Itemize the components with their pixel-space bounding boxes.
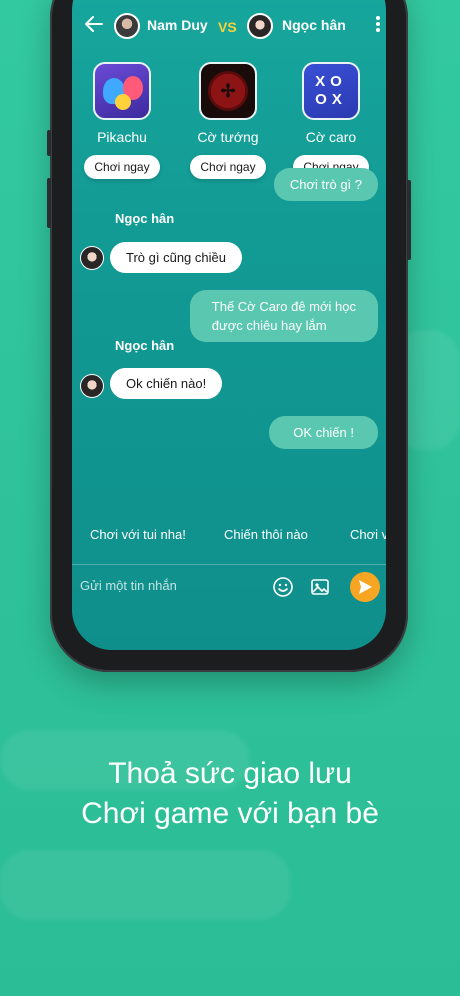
message-line: Thế Cờ Caro đê mới học [211,299,356,314]
match-header: Nam Duy VS Ngọc hân [72,10,386,44]
game-name: Pikachu [97,129,147,145]
game-card-co-caro: XOOX Cờ caro Chơi ngay [285,62,377,179]
send-icon [359,580,372,594]
caption-line-1: Thoả sức giao lưu [108,757,352,790]
message-incoming: Trò gì cũng chiều [110,242,242,273]
image-icon[interactable] [309,576,331,598]
quick-reply-suggestion[interactable]: Chơi với tui nha! [90,527,186,542]
send-button[interactable] [350,572,380,602]
vs-label: VS [218,19,237,35]
caption-line-2: Chơi game với bạn bè [81,797,379,830]
message-input[interactable]: Gửi một tin nhắn [80,578,177,593]
caro-game-icon[interactable]: XOOX [302,62,360,120]
message-incoming: Ok chiến nào! [110,368,223,399]
message-outgoing: Thế Cờ Caro đê mới học được chiêu hay lắ… [189,290,378,342]
play-now-button[interactable]: Chơi ngay [84,155,160,179]
chinese-chess-game-icon[interactable]: ✢ [199,62,257,120]
game-card-pikachu: Pikachu Chơi ngay [76,62,168,179]
more-options-icon[interactable] [374,14,382,36]
sender-name: Ngọc hân [115,211,175,226]
message-line: được chiêu hay lắm [211,318,327,333]
message-outgoing: OK chiến ! [269,416,378,449]
back-arrow-icon[interactable] [82,12,106,36]
phone-frame: Nam Duy VS Ngọc hân Pikachu Chơi ngay ✢ … [47,0,411,672]
player1-avatar[interactable] [114,13,140,39]
sender-avatar[interactable] [80,374,104,398]
sender-avatar[interactable] [80,246,104,270]
game-name: Cờ caro [305,129,357,145]
app-screen: Nam Duy VS Ngọc hân Pikachu Chơi ngay ✢ … [72,0,386,650]
quick-reply-suggestion[interactable]: Chiến thôi nào [224,527,308,542]
emoji-icon[interactable] [272,576,294,598]
player2-name: Ngọc hân [282,17,346,33]
phone-side-button [47,178,51,228]
phone-side-button [47,130,51,156]
phone-side-button [407,180,411,260]
game-name: Cờ tướng [197,129,259,145]
quick-reply-suggestion[interactable]: Chơi v [350,527,386,542]
pikachu-game-icon[interactable] [93,62,151,120]
play-now-button[interactable]: Chơi ngay [190,155,266,179]
sender-name: Ngọc hân [115,338,175,353]
message-composer: Gửi một tin nhắn [72,564,386,611]
caro-icon-text: XOOX [315,73,347,108]
background-blur-shape [0,850,290,920]
message-outgoing: Chơi trò gì ? [273,168,378,201]
player1-name: Nam Duy [147,17,208,33]
player2-avatar[interactable] [247,13,273,39]
game-card-co-tuong: ✢ Cờ tướng Chơi ngay [182,62,274,179]
